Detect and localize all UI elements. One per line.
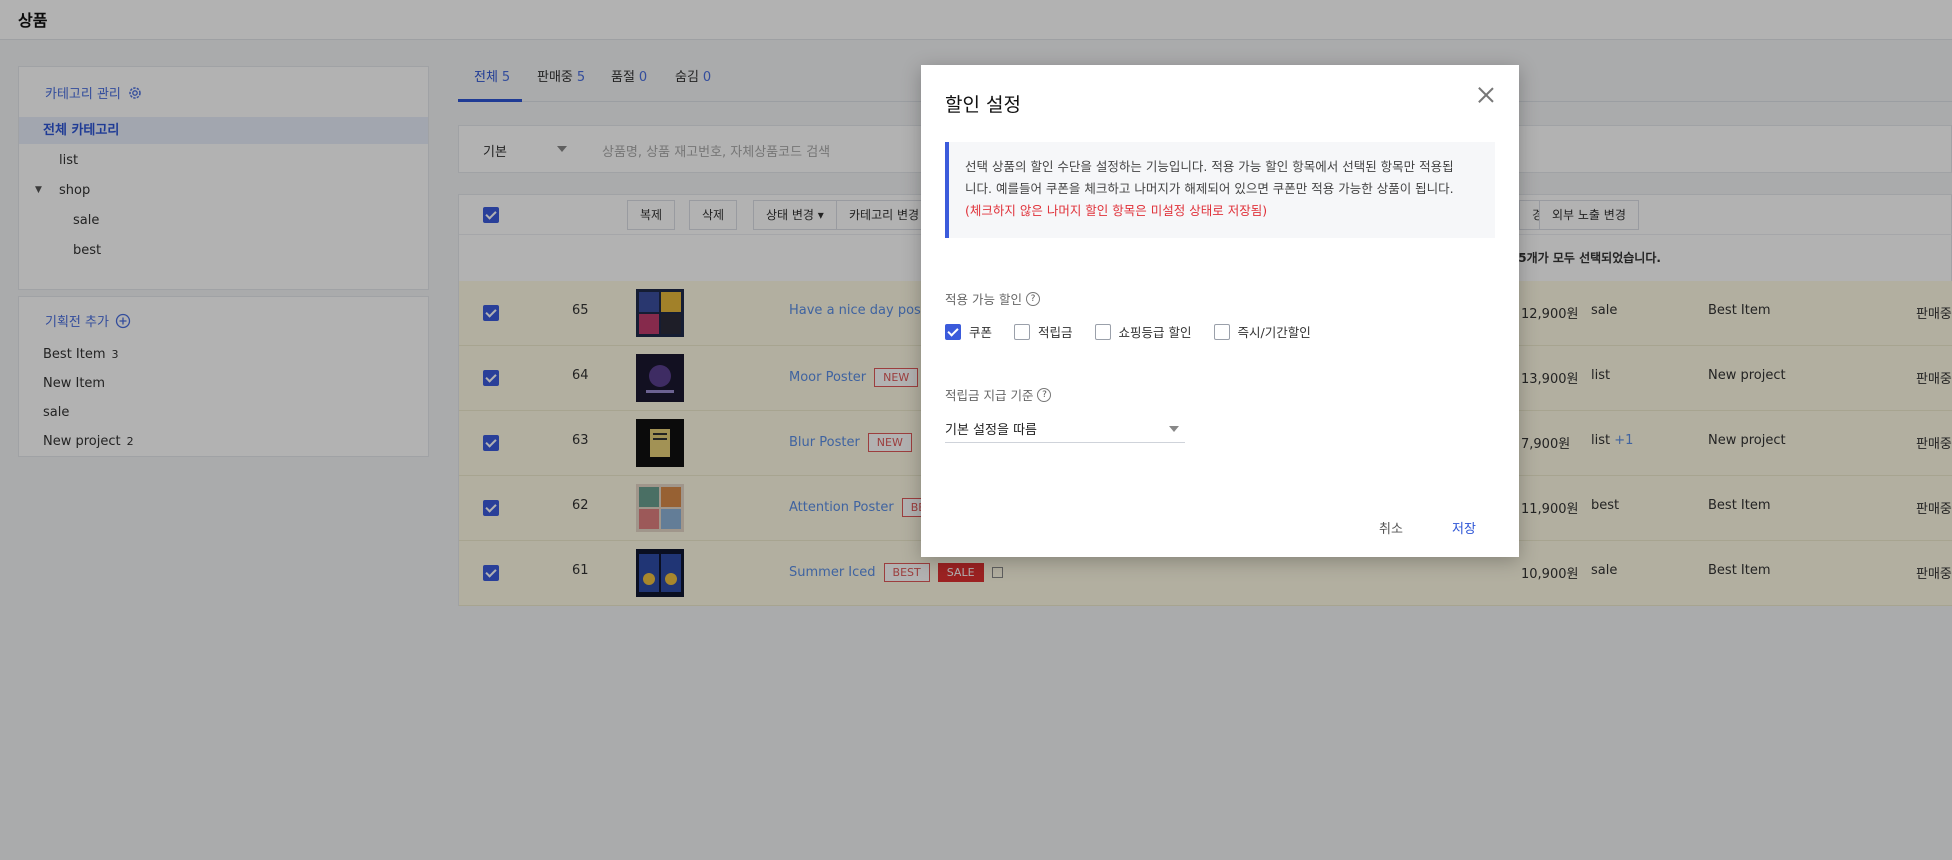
discount-settings-modal: 할인 설정 선택 상품의 할인 수단을 설정하는 기능입니다. 적용 가능 할인… — [921, 65, 1519, 557]
info-warning: (체크하지 않은 나머지 할인 항목은 미설정 상태로 저장됨) — [965, 203, 1268, 218]
info-text-line: 선택 상품의 할인 수단을 설정하는 기능입니다. 적용 가능 할인 항목에서 … — [965, 159, 1454, 174]
help-icon[interactable]: ? — [1037, 387, 1052, 402]
discount-options-label: 적용 가능 할인 ? — [945, 289, 1040, 308]
coupon-checkbox[interactable]: 쿠폰 — [945, 322, 992, 341]
checkbox-box[interactable] — [1094, 323, 1111, 340]
points-basis-label-text: 적립금 지급 기준 — [945, 388, 1034, 403]
cancel-button[interactable]: 취소 — [1379, 518, 1403, 537]
checkbox-box[interactable] — [1014, 323, 1031, 340]
info-text-line: 니다. 예를들어 쿠폰을 체크하고 나머지가 해제되어 있으면 쿠폰만 적용 가… — [965, 181, 1454, 196]
chevron-down-icon — [1169, 426, 1179, 432]
points-basis-select[interactable]: 기본 설정을 따름 — [945, 413, 1185, 443]
help-icon[interactable]: ? — [1025, 291, 1040, 306]
points-checkbox[interactable]: 적립금 — [1014, 322, 1073, 341]
modal-title: 할인 설정 — [945, 94, 1021, 116]
membership-discount-checkbox[interactable]: 쇼핑등급 할인 — [1094, 322, 1192, 341]
option-label: 적립금 — [1038, 325, 1073, 340]
option-label: 쿠폰 — [969, 325, 993, 340]
discount-options: 쿠폰 적립금 쇼핑등급 할인 즉시/기간할인 — [945, 322, 1333, 341]
option-label: 즉시/기간할인 — [1237, 325, 1311, 340]
points-basis-value: 기본 설정을 따름 — [945, 423, 1037, 438]
discount-options-label-text: 적용 가능 할인 — [945, 292, 1022, 307]
option-label: 쇼핑등급 할인 — [1118, 325, 1192, 340]
points-basis-label: 적립금 지급 기준 ? — [945, 385, 1052, 404]
close-icon[interactable] — [1476, 85, 1496, 105]
info-box: 선택 상품의 할인 수단을 설정하는 기능입니다. 적용 가능 할인 항목에서 … — [945, 142, 1495, 238]
checkbox-box[interactable] — [1213, 323, 1230, 340]
instant-discount-checkbox[interactable]: 즉시/기간할인 — [1213, 322, 1311, 341]
save-button[interactable]: 저장 — [1452, 518, 1476, 537]
checkbox-box[interactable] — [945, 323, 961, 340]
